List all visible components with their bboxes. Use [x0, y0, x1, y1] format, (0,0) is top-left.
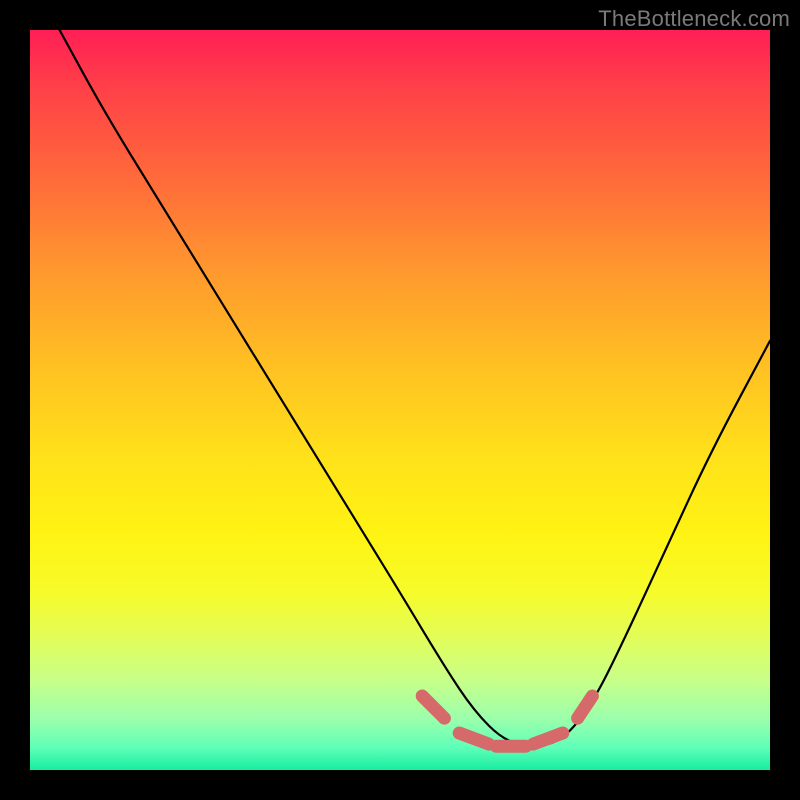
chart-overlay	[30, 30, 770, 770]
highlight-dash	[422, 696, 444, 718]
chart-canvas: TheBottleneck.com	[0, 0, 800, 800]
plot-area	[30, 30, 770, 770]
bottleneck-curve	[60, 30, 770, 746]
highlight-dash	[533, 733, 563, 744]
highlight-dash	[459, 733, 489, 744]
highlight-dash	[578, 696, 593, 718]
watermark-text: TheBottleneck.com	[598, 6, 790, 32]
